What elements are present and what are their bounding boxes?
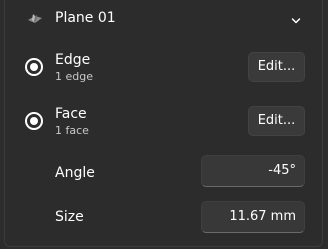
edge-selection-row: Edge 1 edge Edit...: [0, 48, 328, 88]
plane-properties-panel: Plane 01 Edge 1 edge Edit... Face 1 face…: [0, 0, 328, 249]
face-radio[interactable]: [25, 112, 43, 130]
radio-dot: [30, 63, 38, 71]
face-count: 1 face: [55, 124, 89, 137]
radio-dot: [30, 117, 38, 125]
chevron-down-icon[interactable]: [290, 12, 302, 24]
panel-header[interactable]: Plane 01: [0, 0, 328, 38]
face-selection-row: Face 1 face Edit...: [0, 103, 328, 143]
face-label: Face: [55, 106, 87, 122]
angle-label: Angle: [55, 165, 95, 181]
plane-icon: [27, 11, 43, 25]
size-label: Size: [55, 209, 84, 225]
edge-label: Edge: [55, 52, 91, 68]
edge-radio[interactable]: [25, 58, 43, 76]
angle-input[interactable]: -45°: [201, 155, 305, 187]
panel-title: Plane 01: [55, 10, 116, 26]
edit-edge-button[interactable]: Edit...: [248, 52, 305, 82]
edge-count: 1 edge: [55, 70, 93, 83]
edit-face-button[interactable]: Edit...: [248, 106, 305, 136]
size-input[interactable]: 11.67 mm: [201, 201, 305, 233]
